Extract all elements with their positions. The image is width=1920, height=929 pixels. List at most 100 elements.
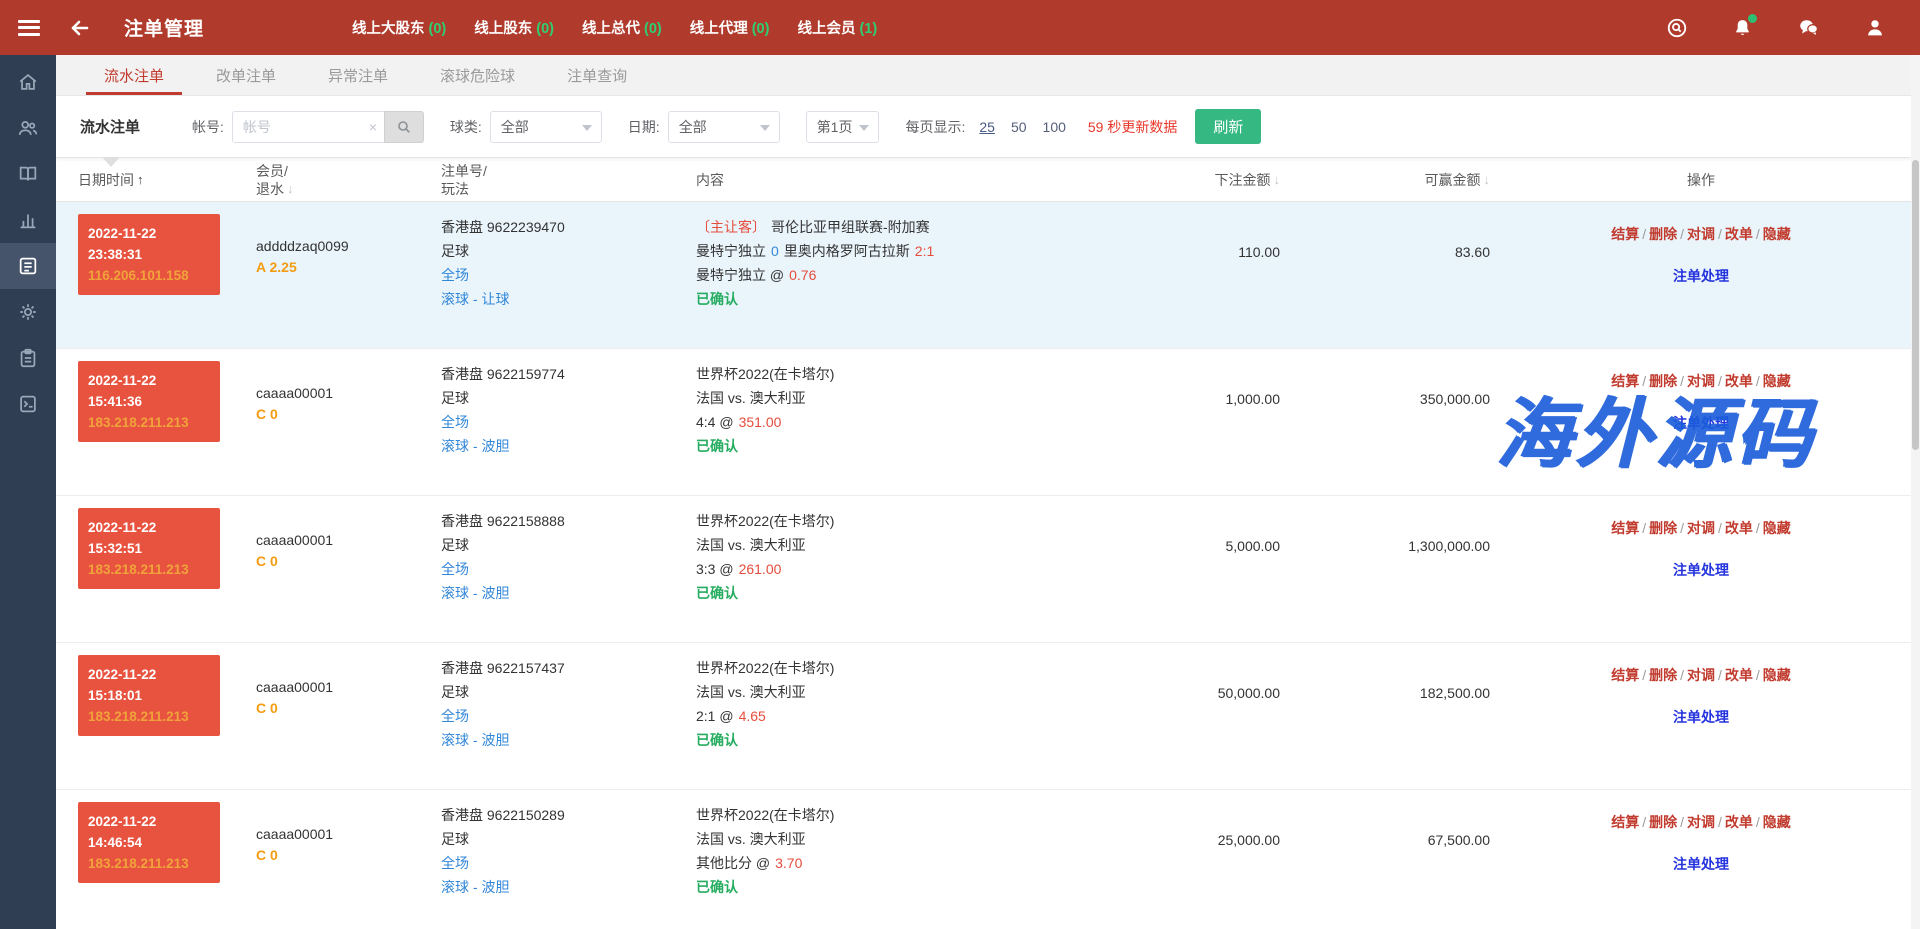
order-process-link[interactable]: 注单处理 [1673,266,1729,286]
action-separator: / [1642,814,1646,830]
topbar-link-agent[interactable]: 线上代理(0) [690,17,770,38]
magnifier-icon [396,119,412,135]
bet-play-link[interactable]: 滚球 - 波胆 [441,438,509,454]
action-link-settle[interactable]: 结算 [1611,814,1639,830]
action-separator: / [1642,373,1646,389]
sidebar-item-stats[interactable] [0,197,56,243]
clipboard-icon [17,347,39,369]
header-bet-amount[interactable]: 下注金额 ↓ [1116,171,1280,189]
order-process-link[interactable]: 注单处理 [1673,707,1729,727]
back-arrow-icon[interactable] [68,16,92,40]
clear-icon[interactable]: × [362,111,384,143]
action-link-settle[interactable]: 结算 [1611,667,1639,683]
sport-select[interactable]: 全部 [490,111,602,143]
per-page-option-50[interactable]: 50 [1011,119,1027,135]
action-link-swap[interactable]: 对调 [1687,373,1715,389]
page-select[interactable]: 第1页 [806,111,880,143]
sort-down-icon[interactable]: ↓ [287,180,294,198]
topbar-link-major-shareholder[interactable]: 线上大股东(0) [352,17,446,38]
table-body: 2022-11-22 23:38:31 116.206.101.158 addd… [56,202,1912,929]
action-link-delete[interactable]: 删除 [1649,373,1677,389]
sidebar-item-home[interactable] [0,59,56,105]
date-badge: 2022-11-22 23:38:31 116.206.101.158 [78,214,220,295]
tab-order-query[interactable]: 注单查询 [541,55,653,95]
action-link-settle[interactable]: 结算 [1611,520,1639,536]
action-link-swap[interactable]: 对调 [1687,667,1715,683]
sort-up-icon[interactable]: ↑ [137,171,144,189]
page-title: 注单管理 [124,14,204,41]
tab-abnormal-orders[interactable]: 异常注单 [302,55,414,95]
sidebar-item-reports[interactable] [0,151,56,197]
action-link-delete[interactable]: 删除 [1649,226,1677,242]
bet-scope-link[interactable]: 全场 [441,708,469,724]
content-text: 已确认 [696,879,738,895]
action-link-swap[interactable]: 对调 [1687,226,1715,242]
action-link-hide[interactable]: 隐藏 [1763,226,1791,242]
bet-scope-link[interactable]: 全场 [441,855,469,871]
tab-modified-orders[interactable]: 改单注单 [190,55,302,95]
header-datetime[interactable]: 日期时间 ↑ [56,171,256,189]
messages-icon[interactable] [1797,17,1820,39]
action-link-modify[interactable]: 改单 [1725,667,1753,683]
order-process-link[interactable]: 注单处理 [1673,560,1729,580]
action-link-swap[interactable]: 对调 [1687,520,1715,536]
sidebar-item-tasks[interactable] [0,335,56,381]
action-link-swap[interactable]: 对调 [1687,814,1715,830]
action-link-delete[interactable]: 删除 [1649,667,1677,683]
per-page-option-100[interactable]: 100 [1043,119,1066,135]
bet-ip: 183.218.211.213 [88,853,210,874]
sidebar-item-logs[interactable] [0,381,56,427]
bet-scope-link[interactable]: 全场 [441,414,469,430]
scrollbar-thumb[interactable] [1912,160,1919,450]
menu-icon[interactable] [18,20,40,36]
sidebar-item-users[interactable] [0,105,56,151]
action-link-delete[interactable]: 删除 [1649,814,1677,830]
bet-play-link[interactable]: 滚球 - 波胆 [441,585,509,601]
bet-play-link[interactable]: 滚球 - 波胆 [441,879,509,895]
order-process-link[interactable]: 注单处理 [1673,854,1729,874]
notifications-icon[interactable] [1732,17,1753,39]
date-badge: 2022-11-22 14:46:54 183.218.211.213 [78,802,220,883]
tab-running-orders[interactable]: 流水注单 [78,55,190,95]
order-process-link[interactable]: 注单处理 [1673,413,1729,433]
tab-rolling-danger-ball[interactable]: 滚球危险球 [414,55,541,95]
date-select[interactable]: 全部 [668,111,780,143]
member-rebate: C 0 [256,553,441,569]
action-link-hide[interactable]: 隐藏 [1763,814,1791,830]
topbar-link-member[interactable]: 线上会员(1) [797,17,877,38]
action-link-modify[interactable]: 改单 [1725,373,1753,389]
topbar-link-general-agent[interactable]: 线上总代(0) [582,17,662,38]
refresh-button[interactable]: 刷新 [1195,109,1261,144]
action-link-settle[interactable]: 结算 [1611,373,1639,389]
link-count: (0) [752,21,770,37]
action-link-modify[interactable]: 改单 [1725,814,1753,830]
header-member[interactable]: 会员/ 退水↓ [256,162,441,198]
bet-scope-link[interactable]: 全场 [441,267,469,283]
action-link-settle[interactable]: 结算 [1611,226,1639,242]
action-separator: / [1718,373,1722,389]
content-text: 世界杯2022(在卡塔尔) [696,513,834,529]
bet-play-link[interactable]: 滚球 - 让球 [441,291,509,307]
action-links: 结算/删除/对调/改单/隐藏 [1490,812,1912,832]
user-icon[interactable] [1864,17,1886,39]
header-win-amount[interactable]: 可赢金额 ↓ [1280,171,1490,189]
settings-icon [17,301,39,323]
action-link-modify[interactable]: 改单 [1725,226,1753,242]
header-label: 可赢金额 [1425,171,1481,189]
action-link-modify[interactable]: 改单 [1725,520,1753,536]
content-text: 哥伦比亚甲组联赛-附加赛 [771,219,930,235]
per-page-option-25[interactable]: 25 [979,119,995,135]
bet-scope-link[interactable]: 全场 [441,561,469,577]
topbar-link-shareholder[interactable]: 线上股东(0) [474,17,554,38]
content-text: 世界杯2022(在卡塔尔) [696,366,834,382]
sidebar-item-orders[interactable] [0,243,56,289]
account-search-button[interactable] [384,111,424,143]
action-link-hide[interactable]: 隐藏 [1763,520,1791,536]
action-link-hide[interactable]: 隐藏 [1763,373,1791,389]
search-icon[interactable] [1666,17,1688,39]
action-link-delete[interactable]: 删除 [1649,520,1677,536]
sidebar-item-settings[interactable] [0,289,56,335]
bet-play-link[interactable]: 滚球 - 波胆 [441,732,509,748]
bet-date: 2022-11-22 [88,811,210,832]
action-link-hide[interactable]: 隐藏 [1763,667,1791,683]
